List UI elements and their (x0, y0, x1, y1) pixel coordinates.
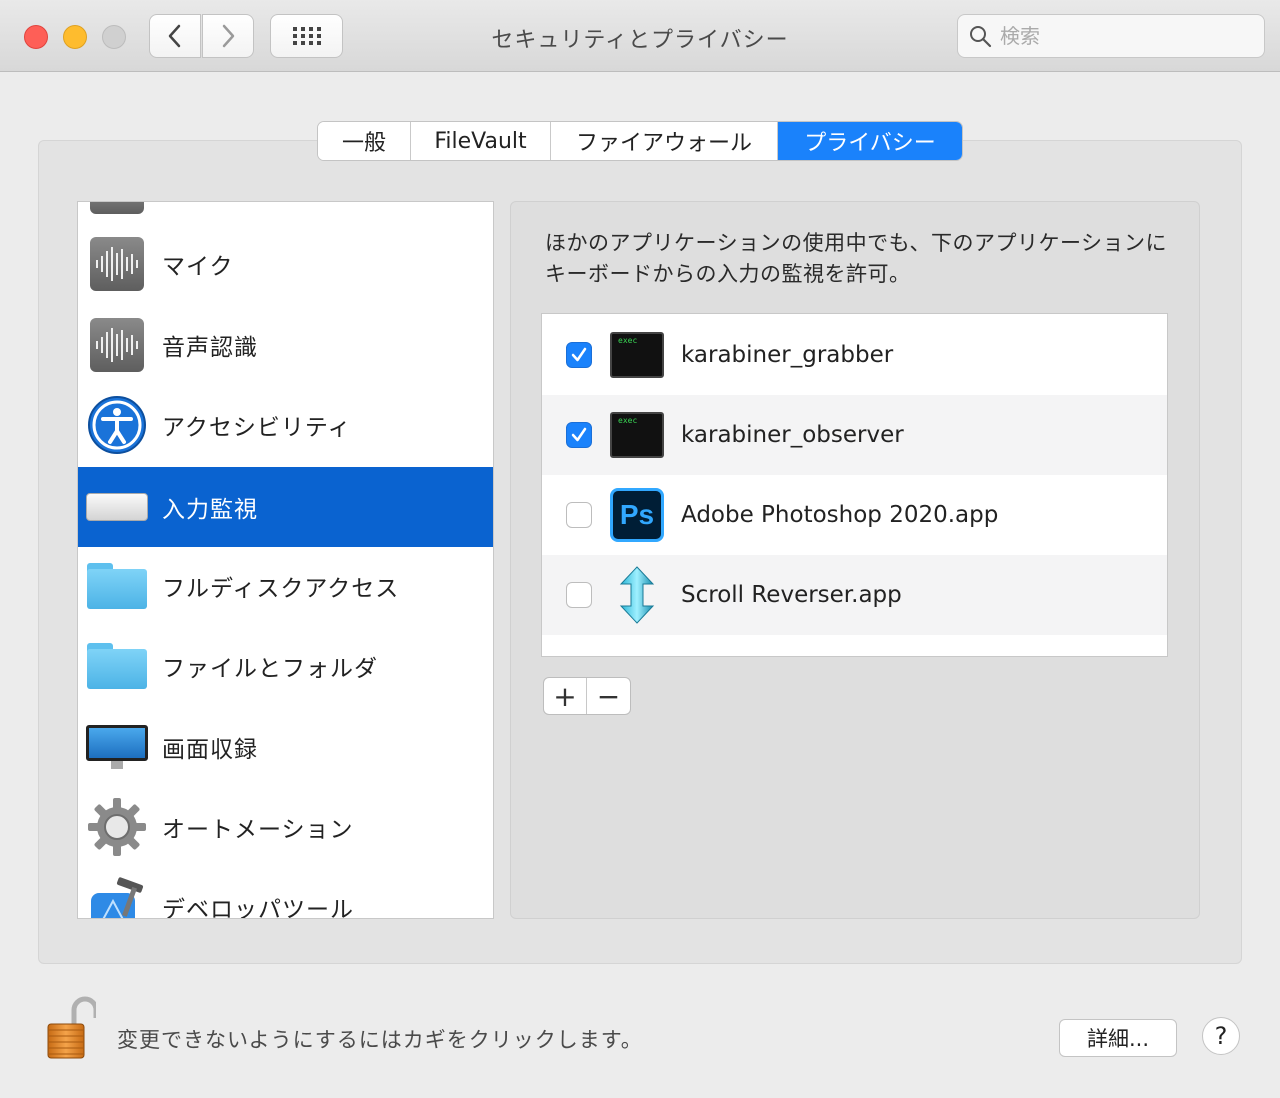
app-row-scroll-reverser[interactable]: Scroll Reverser.app (542, 555, 1167, 635)
partial-item-icon (90, 202, 144, 214)
sidebar-item-microphone[interactable]: マイク (78, 224, 493, 304)
terminal-exec-icon: exec (609, 327, 665, 383)
app-name: karabiner_observer (681, 422, 904, 448)
sidebar-item-developer-tools[interactable]: デベロッパツール (78, 867, 493, 919)
tab-filevault[interactable]: FileVault (411, 122, 551, 160)
description-text: ほかのアプリケーションの使用中でも、下のアプリケーションにキーボードからの入力の… (545, 231, 1168, 286)
lock-icon[interactable] (44, 996, 99, 1060)
sidebar-item-label: フルディスクアクセス (162, 576, 400, 602)
app-row-karabiner-grabber[interactable]: exec karabiner_grabber (542, 315, 1167, 395)
help-button[interactable]: ? (1202, 1017, 1240, 1055)
tab-general[interactable]: 一般 (318, 122, 411, 160)
sidebar-item-files-and-folders[interactable]: ファイルとフォルダ (78, 626, 493, 706)
app-checkbox[interactable] (566, 582, 592, 608)
scroll-reverser-icon (609, 566, 665, 624)
tab-firewall[interactable]: ファイアウォール (551, 122, 778, 160)
tab-privacy[interactable]: プライバシー (778, 122, 962, 160)
sidebar-item-full-disk-access[interactable]: フルディスクアクセス (78, 546, 493, 626)
app-name: Adobe Photoshop 2020.app (681, 502, 999, 528)
sidebar-item-automation[interactable]: オートメーション (78, 787, 493, 867)
accessibility-icon (86, 394, 148, 456)
app-name: Scroll Reverser.app (681, 582, 902, 608)
sidebar-item-screen-recording[interactable]: 画面収録 (78, 707, 493, 787)
add-remove-control: + − (543, 677, 631, 715)
search-input[interactable] (1000, 24, 1240, 48)
terminal-exec-icon: exec (609, 407, 665, 463)
sidebar-item-input-monitoring[interactable]: 入力監視 (78, 467, 493, 547)
app-name: karabiner_grabber (681, 342, 894, 368)
app-list[interactable]: exec karabiner_grabber exec karabiner_ob… (541, 313, 1168, 657)
sidebar-item-label: デベロッパツール (162, 897, 354, 919)
app-checkbox[interactable] (566, 502, 592, 528)
display-icon (86, 716, 148, 778)
speech-recognition-icon (86, 314, 148, 376)
sidebar-item-label: オートメーション (162, 817, 354, 843)
folder-icon (86, 635, 148, 697)
search-icon (970, 26, 992, 48)
checkmark-icon (571, 347, 587, 362)
remove-button[interactable]: − (587, 678, 630, 714)
sidebar-item-label: 画面収録 (162, 737, 258, 763)
photoshop-icon: Ps (609, 487, 665, 543)
sidebar-item-label: マイク (162, 254, 234, 280)
sidebar-item-accessibility[interactable]: アクセシビリティ (78, 385, 493, 465)
sidebar-item-label: 入力監視 (162, 497, 258, 523)
title-bar: セキュリティとプライバシー (0, 0, 1280, 72)
privacy-category-list[interactable]: マイク 音声認識 アクセシビリティ 入力監視 フルディスクアクセス ファイルとフ… (77, 201, 494, 919)
add-button[interactable]: + (544, 678, 588, 714)
search-field[interactable] (957, 14, 1265, 58)
sidebar-item-speech-recognition[interactable]: 音声認識 (78, 305, 493, 385)
microphone-icon (86, 233, 148, 295)
sidebar-item-label: ファイルとフォルダ (162, 656, 378, 682)
app-row-karabiner-observer[interactable]: exec karabiner_observer (542, 395, 1167, 475)
app-checkbox[interactable] (566, 422, 592, 448)
sidebar-item-label: アクセシビリティ (162, 415, 352, 441)
lock-instruction-text: 変更できないようにするにはカギをクリックします。 (117, 1028, 643, 1052)
tab-bar: 一般 FileVault ファイアウォール プライバシー (317, 121, 963, 161)
checkmark-icon (571, 427, 587, 442)
keyboard-icon (86, 476, 148, 538)
gear-icon (86, 796, 148, 858)
details-button[interactable]: 詳細... (1059, 1019, 1177, 1057)
app-checkbox[interactable] (566, 342, 592, 368)
xcode-icon (86, 876, 148, 918)
folder-icon (86, 555, 148, 617)
sidebar-item-label: 音声認識 (162, 335, 258, 361)
app-row-adobe-photoshop[interactable]: Ps Adobe Photoshop 2020.app (542, 475, 1167, 555)
